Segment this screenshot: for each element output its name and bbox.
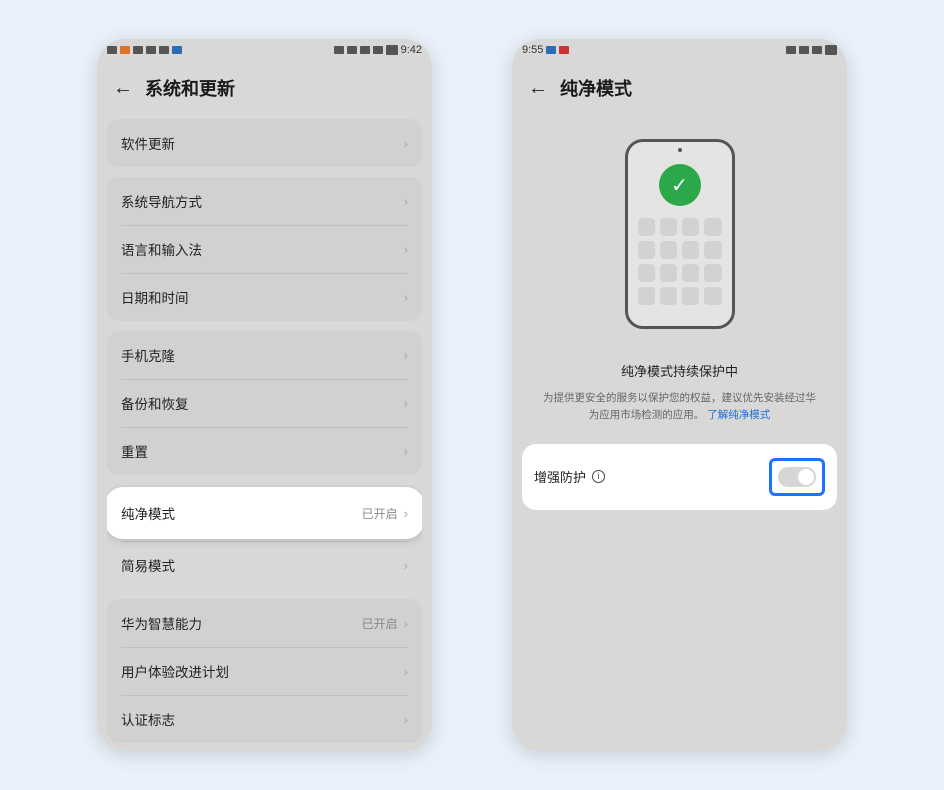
status-icon [146,46,156,54]
protect-description: 为提供更安全的服务以保护您的权益，建议优先安装经过华 为应用市场检测的应用。 了… [521,390,838,424]
row-huawei-ai[interactable]: 华为智慧能力 已开启 › [107,599,422,647]
signal-icon [799,46,809,54]
bluetooth-icon [786,46,796,54]
status-icon [107,46,117,54]
settings-group: 华为智慧能力 已开启 › 用户体验改进计划 › 认证标志 › [107,599,422,743]
notch-icon [678,148,682,152]
chevron-right-icon: › [404,506,408,521]
row-phone-clone[interactable]: 手机克隆 › [107,331,422,379]
page-title: 纯净模式 [560,75,632,101]
status-icon [559,46,569,54]
learn-more-link[interactable]: 了解纯净模式 [707,409,770,421]
toggle-highlight-box [769,458,825,496]
chevron-right-icon: › [404,444,408,459]
page-header: ← 系统和更新 [97,61,432,119]
row-status: 已开启 [362,505,398,522]
row-label: 手机克隆 [121,345,175,365]
row-software-update[interactable]: 软件更新 › [107,119,422,167]
wifi-icon [373,46,383,54]
wifi-icon [812,46,822,54]
phone-right-screen: 9:55 ← 纯净模式 ✓ [512,39,847,751]
chevron-right-icon: › [404,396,408,411]
enhance-label: 增强防护 [534,467,586,486]
status-icon [172,46,182,54]
device-illustration: ✓ [625,139,735,329]
chevron-right-icon: › [404,290,408,305]
chevron-right-icon: › [404,242,408,257]
row-reset[interactable]: 重置 › [107,427,422,475]
row-label: 软件更新 [121,133,175,153]
protect-title: 纯净模式持续保护中 [621,361,738,380]
row-backup-restore[interactable]: 备份和恢复 › [107,379,422,427]
shield-check-icon: ✓ [659,164,701,206]
chevron-right-icon: › [404,712,408,727]
row-date-time[interactable]: 日期和时间 › [107,273,422,321]
row-label: 日期和时间 [121,287,189,307]
chevron-right-icon: › [404,616,408,631]
settings-list: 软件更新 › 系统导航方式 › 语言和输入法 › 日期和时间 › [97,119,432,743]
protect-desc-line1: 为提供更安全的服务以保护您的权益，建议优先安装经过华 [543,392,816,404]
enhance-protection-row: 增强防护 i [522,444,837,510]
battery-icon [825,45,837,55]
info-icon[interactable]: i [592,470,605,483]
row-label: 用户体验改进计划 [121,661,229,681]
row-label: 认证标志 [121,709,175,729]
row-label: 简易模式 [121,555,175,575]
chevron-right-icon: › [404,136,408,151]
status-bar: 9:42 [97,39,432,61]
chevron-right-icon: › [404,558,408,573]
settings-group: 纯净模式 已开启 › 简易模式 › [107,485,422,589]
back-icon[interactable]: ← [113,78,133,98]
row-ux-program[interactable]: 用户体验改进计划 › [107,647,422,695]
phone-left-screen: 9:42 ← 系统和更新 软件更新 › 系统导航方式 › 语言和输入法 [97,39,432,751]
status-icon [120,46,130,54]
page-title: 系统和更新 [145,75,235,101]
status-icon [133,46,143,54]
chevron-right-icon: › [404,664,408,679]
settings-group: 手机克隆 › 备份和恢复 › 重置 › [107,331,422,475]
row-certification[interactable]: 认证标志 › [107,695,422,743]
row-label: 华为智慧能力 [121,613,202,633]
status-bar: 9:55 [512,39,847,61]
back-icon[interactable]: ← [528,78,548,98]
battery-icon [386,45,398,55]
row-simple-mode[interactable]: 简易模式 › [107,541,422,589]
row-pure-mode[interactable]: 纯净模式 已开启 › [107,487,422,539]
row-label: 纯净模式 [121,503,175,523]
phone-right: 9:55 ← 纯净模式 ✓ [512,39,847,751]
bluetooth-icon [360,46,370,54]
status-icon [159,46,169,54]
chevron-right-icon: › [404,194,408,209]
row-navigation[interactable]: 系统导航方式 › [107,177,422,225]
nfc-icon [334,46,344,54]
row-status: 已开启 [362,615,398,632]
settings-group: 软件更新 › [107,119,422,167]
row-label: 系统导航方式 [121,191,202,211]
app-grid-illustration [638,218,722,316]
enhance-toggle[interactable] [778,467,816,487]
page-header: ← 纯净模式 [512,61,847,119]
row-language-input[interactable]: 语言和输入法 › [107,225,422,273]
chevron-right-icon: › [404,348,408,363]
pure-mode-body: ✓ 纯净模式持续保护中 为提供更安全的服务以保护您的权益，建议优先安装经过华 为… [512,119,847,751]
status-time: 9:55 [522,44,543,56]
row-label: 备份和恢复 [121,393,189,413]
settings-group: 系统导航方式 › 语言和输入法 › 日期和时间 › [107,177,422,321]
status-icon [546,46,556,54]
protect-desc-line2: 为应用市场检测的应用。 [589,409,705,421]
status-time: 9:42 [401,44,422,56]
signal-icon [347,46,357,54]
phone-left: 9:42 ← 系统和更新 软件更新 › 系统导航方式 › 语言和输入法 [97,39,432,751]
row-label: 重置 [121,441,148,461]
row-label: 语言和输入法 [121,239,202,259]
